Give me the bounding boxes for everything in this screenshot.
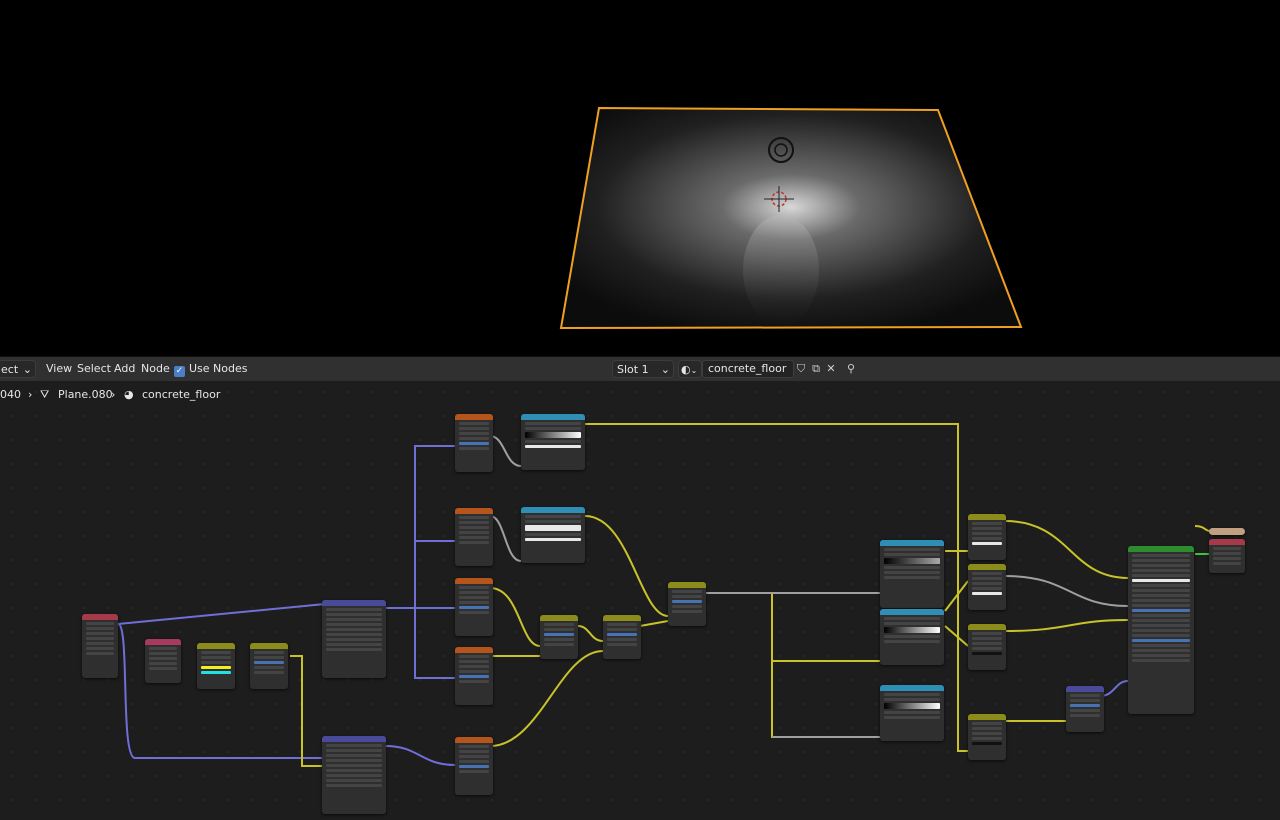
shader-node-editor[interactable]: ect ⌄ View Select Add Node ✓ Use Nodes Sl… — [0, 356, 1280, 820]
node-header — [1209, 539, 1245, 545]
node-header — [521, 507, 585, 513]
node-mix-overlay-1[interactable] — [540, 615, 578, 659]
link — [1004, 520, 1129, 579]
node-header — [968, 514, 1006, 520]
node-header — [250, 643, 288, 649]
node-color-ramp-2[interactable] — [521, 507, 585, 563]
link — [577, 625, 604, 642]
node-header — [82, 614, 118, 620]
node-mix-multiply-3[interactable] — [968, 564, 1006, 610]
node-noise-texture-3[interactable] — [455, 647, 493, 705]
link — [1099, 680, 1129, 697]
link — [489, 650, 604, 747]
node-mix-color-1[interactable] — [197, 643, 235, 689]
node-header — [880, 540, 944, 546]
node-header — [968, 624, 1006, 630]
node-reroute-collapsed[interactable] — [1209, 528, 1245, 535]
node-header — [1066, 686, 1104, 692]
viewport-scene — [559, 106, 1023, 330]
link — [385, 445, 456, 609]
node-header — [455, 578, 493, 584]
node-mix-4[interactable] — [968, 624, 1006, 670]
node-header — [455, 737, 493, 743]
node-mapping-1[interactable] — [322, 600, 386, 678]
node-mix-multiply-2[interactable] — [968, 514, 1006, 560]
node-header — [521, 414, 585, 420]
node-color-ramp-4[interactable] — [880, 609, 944, 665]
link — [117, 603, 326, 625]
node-header — [145, 639, 181, 645]
node-object-info[interactable] — [145, 639, 181, 683]
link — [1194, 525, 1211, 532]
node-header — [322, 600, 386, 606]
node-mix-color-2[interactable] — [250, 643, 288, 689]
node-principled-bsdf[interactable] — [1128, 546, 1194, 714]
node-header — [603, 615, 641, 621]
link — [489, 435, 522, 467]
node-header — [968, 714, 1006, 720]
node-noise-texture-1[interactable] — [455, 414, 493, 472]
link — [489, 587, 541, 647]
node-noise-texture-4[interactable] — [455, 737, 493, 795]
node-header — [455, 647, 493, 653]
node-header — [880, 609, 944, 615]
node-mix-multiply[interactable] — [668, 582, 706, 626]
node-material-output[interactable] — [1209, 539, 1245, 573]
node-bump[interactable] — [1066, 686, 1104, 732]
link — [584, 515, 669, 617]
node-header — [668, 582, 706, 588]
node-color-ramp-1[interactable] — [521, 414, 585, 470]
node-header — [197, 643, 235, 649]
3d-viewport[interactable] — [0, 0, 1280, 356]
node-mix-overlay-2[interactable] — [603, 615, 641, 659]
node-mapping-2[interactable] — [322, 736, 386, 814]
link — [414, 608, 456, 679]
node-header — [455, 508, 493, 514]
node-header — [455, 414, 493, 420]
light-reflection — [743, 215, 819, 325]
node-noise-texture-2[interactable] — [455, 578, 493, 636]
link — [944, 625, 969, 647]
link — [290, 655, 325, 767]
link — [639, 620, 669, 627]
link — [384, 745, 457, 766]
node-color-ramp-3[interactable] — [880, 540, 944, 608]
node-musgrave-texture[interactable] — [455, 508, 493, 566]
node-header — [322, 736, 386, 742]
node-mix-5[interactable] — [968, 714, 1006, 760]
node-links — [117, 423, 1211, 767]
link — [489, 515, 522, 562]
node-color-ramp-5[interactable] — [880, 685, 944, 741]
link — [944, 580, 969, 612]
link — [705, 592, 880, 738]
node-header — [540, 615, 578, 621]
node-header — [880, 685, 944, 691]
node-header — [968, 564, 1006, 570]
link — [1004, 575, 1129, 607]
node-header — [1128, 546, 1194, 552]
link — [1004, 619, 1129, 632]
node-texture-coordinate[interactable] — [82, 614, 118, 678]
